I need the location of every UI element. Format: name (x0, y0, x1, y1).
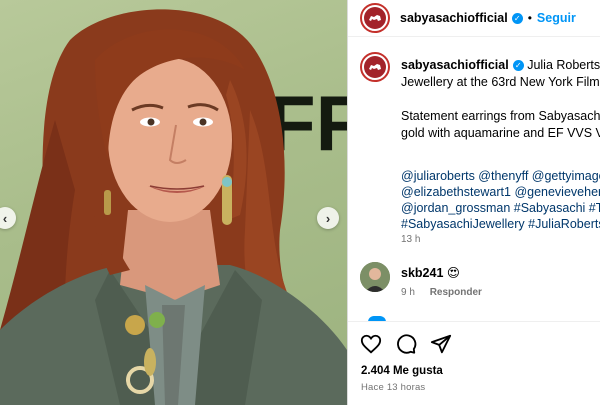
like-icon[interactable] (360, 333, 382, 355)
caption-para-line-2: gold with aquamarine and EF VVS VS dia (401, 126, 600, 140)
tiger-logo-icon (369, 15, 381, 21)
comment-item: skb241 😍 9 h Responder (360, 262, 482, 298)
caption-timestamp[interactable]: 13 h (401, 234, 420, 245)
post-side-panel: sabyasachiofficial ✓ • Seguir sabyasachi… (347, 0, 600, 405)
tags-line-4[interactable]: #SabyasachiJewellery #JuliaRoberts #NY (401, 216, 600, 232)
caption-text: sabyasachiofficial✓ Julia Roberts in ear… (401, 57, 600, 142)
comment-text: skb241 😍 (401, 265, 460, 280)
tiger-logo-icon (369, 64, 381, 70)
caption-line-1: Julia Roberts in earr (527, 58, 600, 72)
verified-badge-icon: ✓ (512, 60, 524, 71)
post-time-ago: Hace 13 horas (361, 382, 426, 393)
follow-button[interactable]: Seguir (537, 11, 576, 25)
share-icon[interactable] (430, 333, 452, 355)
account-username[interactable]: sabyasachiofficial (400, 11, 508, 25)
commenter-username[interactable]: skb241 (401, 266, 443, 280)
post-photo[interactable]: FF ( (0, 0, 347, 405)
tags-line-3[interactable]: @jordan_grossman #Sabyasachi #TheW (401, 200, 600, 216)
caption-username[interactable]: sabyasachiofficial (401, 58, 509, 72)
account-avatar[interactable] (360, 3, 390, 33)
tags-line-1[interactable]: @juliaroberts @thenyff @gettyimages @ (401, 168, 600, 184)
caption-para-line-1: Statement earrings from Sabyasachi High (401, 109, 600, 123)
action-bar: 2.404 Me gusta Hace 13 horas (348, 321, 600, 405)
caption-line-2: Jewellery at the 63rd New York Film Fest… (401, 75, 600, 89)
caption-avatar[interactable] (360, 52, 390, 82)
comment-meta: 9 h Responder (401, 287, 482, 298)
next-arrow-button[interactable]: › (317, 207, 339, 229)
reply-button[interactable]: Responder (430, 287, 482, 298)
comment-timestamp: 9 h (401, 287, 415, 298)
separator-dot: • (527, 11, 532, 25)
post-header: sabyasachiofficial ✓ • Seguir (348, 0, 600, 37)
caption-tags: @juliaroberts @thenyff @gettyimages @ @e… (401, 168, 600, 232)
tags-line-2[interactable]: @elizabethstewart1 @genevieveherr @s (401, 184, 600, 200)
instagram-post: FF ( (0, 0, 600, 405)
likes-count[interactable]: 2.404 Me gusta (361, 365, 443, 377)
comment-emoji: 😍 (446, 266, 460, 280)
commenter-avatar[interactable] (360, 262, 390, 292)
comment-icon[interactable] (395, 333, 417, 355)
julia-roberts-photo: FF ( (0, 9, 347, 405)
verified-badge-icon: ✓ (511, 12, 523, 24)
